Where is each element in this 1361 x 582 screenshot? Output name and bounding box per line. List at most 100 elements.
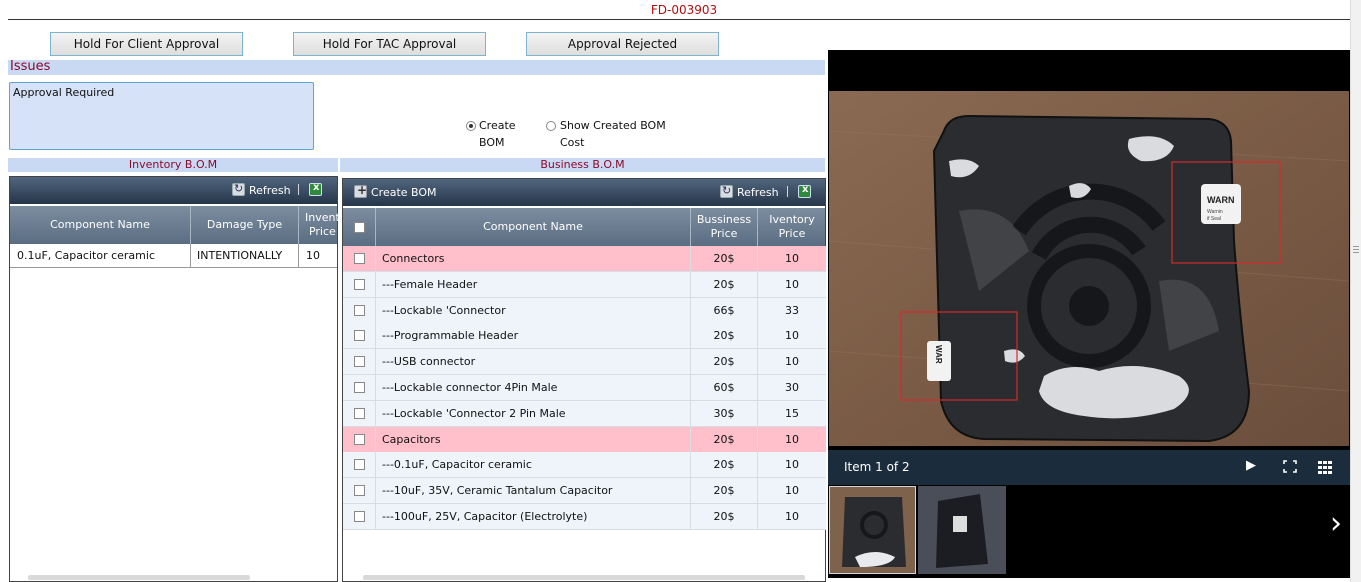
row-checkbox[interactable]	[353, 330, 365, 342]
table-row[interactable]: ---100uF, 25V, Capacitor (Electrolyte) 20…	[343, 504, 826, 530]
cell-inventory-price: 10	[785, 277, 799, 291]
cell-component: ---Female Header	[376, 271, 691, 297]
cell-component: ---Lockable connector 4Pin Male	[376, 375, 691, 400]
cell-inventory-price: 10	[785, 458, 799, 472]
device-photo[interactable]: WARN Warnin if Seal WAR	[829, 91, 1349, 446]
fullscreen-icon[interactable]	[1283, 460, 1297, 473]
table-row[interactable]: ---USB connector 20$ 10	[343, 349, 826, 376]
table-row[interactable]: ---Lockable connector 4Pin Male 60$ 30	[343, 375, 826, 401]
inventory-table-header: Component Name Damage Type Invent Price	[10, 206, 340, 244]
cell-component: ---USB connector	[376, 349, 691, 375]
row-checkbox[interactable]	[353, 407, 365, 419]
table-row[interactable]: ---Female Header 20$ 10	[343, 271, 826, 298]
show-created-bom-cost-radio[interactable]	[546, 121, 556, 131]
group-row[interactable]: Connectors 20$ 10	[343, 246, 826, 272]
table-row[interactable]: ---Lockable 'Connector 66$ 33	[343, 297, 826, 324]
cell-business-price: 20$	[691, 349, 758, 375]
page-scrollbar[interactable]	[1350, 0, 1361, 582]
business-bom-title: Business B.O.M	[340, 158, 825, 172]
table-row[interactable]: 0.1uF, Capacitor ceramic INTENTIONALLY 1…	[10, 244, 337, 268]
col-component-name[interactable]: Component Name	[10, 206, 191, 244]
thumbnail-1[interactable]	[829, 486, 916, 574]
row-checkbox[interactable]	[353, 433, 365, 445]
group-row[interactable]: Capacitors 20$ 10	[343, 426, 826, 453]
cell-inventory-price: 15	[785, 406, 799, 420]
col-component-name[interactable]: Component Name	[376, 208, 691, 246]
refresh-icon	[232, 182, 245, 196]
business-table-header: Component Name Bussiness Price Iventory Pr…	[343, 208, 825, 246]
cell-inventory-price: 10	[785, 252, 799, 265]
create-bom-radio[interactable]	[466, 121, 476, 131]
svg-text:Warnin: Warnin	[1207, 209, 1223, 215]
add-icon	[354, 183, 367, 198]
viewer-caption-bar: Item 1 of 2 ▶	[828, 450, 1350, 485]
col-business-price[interactable]: Bussiness Price	[691, 208, 758, 246]
col-inventory-price[interactable]: Invent Price	[299, 206, 340, 244]
next-image-chevron-icon[interactable]: ›	[1330, 509, 1342, 539]
thumbnail-2[interactable]	[918, 486, 1006, 574]
row-checkbox[interactable]	[353, 356, 365, 368]
business-toolbar: Create BOM Refresh	[343, 179, 825, 206]
cell-business-price: 20$	[691, 426, 758, 452]
business-horizontal-scrollbar[interactable]	[363, 575, 805, 580]
cell-component: Connectors	[376, 246, 691, 271]
cell-business-price: 60$	[691, 375, 758, 400]
cell-business-price: 20$	[691, 504, 758, 529]
inventory-refresh-button[interactable]: Refresh	[232, 182, 291, 198]
excel-export-icon	[309, 181, 322, 196]
table-row[interactable]: ---Programmable Header 20$ 10	[343, 323, 826, 350]
business-export-excel-button[interactable]	[798, 183, 815, 200]
cell-inventory-price: 10	[785, 484, 799, 498]
inventory-horizontal-scrollbar[interactable]	[28, 575, 250, 580]
create-bom-label: Create BOM	[479, 119, 516, 149]
cell-business-price: 20$	[691, 323, 758, 349]
refresh-icon	[720, 184, 733, 198]
issues-title: Issues	[10, 59, 51, 74]
cell-inventory-price: 33	[785, 303, 799, 317]
cell-inventory-price: 10	[785, 355, 799, 369]
cell-business-price: 66$	[691, 297, 758, 323]
cell-component: ---Lockable 'Connector	[376, 297, 691, 323]
cell-component: ---Lockable 'Connector 2 Pin Male	[376, 400, 691, 426]
row-checkbox[interactable]	[353, 459, 365, 471]
row-checkbox[interactable]	[353, 511, 365, 522]
cell-component: ---0.1uF, Capacitor ceramic	[376, 452, 691, 478]
cell-component: ---10uF, 35V, Ceramic Tantalum Capacitor	[376, 478, 691, 504]
col-inventory-price[interactable]: Iventory Price	[758, 208, 826, 246]
header-divider	[8, 19, 1350, 20]
cell-component: Capacitors	[376, 426, 691, 452]
hold-tac-approval-button[interactable]: Hold For TAC Approval	[293, 32, 486, 56]
cell-component: ---Programmable Header	[376, 323, 691, 349]
row-checkbox[interactable]	[353, 382, 365, 393]
business-refresh-button[interactable]: Refresh	[720, 184, 779, 200]
row-checkbox[interactable]	[353, 278, 365, 290]
play-icon[interactable]: ▶	[1246, 458, 1256, 473]
inventory-toolbar: Refresh	[10, 177, 337, 204]
inventory-bom-title: Inventory B.O.M	[8, 158, 338, 172]
hold-client-approval-button[interactable]: Hold For Client Approval	[50, 32, 243, 56]
issues-textarea[interactable]: Approval Required	[9, 82, 314, 150]
thumbnails-grid-icon[interactable]	[1318, 459, 1333, 474]
cell-component: 0.1uF, Capacitor ceramic	[10, 244, 191, 267]
business-bom-rows: Connectors 20$ 10 ---Female Header 20$ 10 ---L…	[343, 246, 826, 530]
row-checkbox[interactable]	[353, 485, 365, 497]
inventory-export-excel-button[interactable]	[309, 181, 326, 198]
row-checkbox[interactable]	[353, 304, 365, 316]
approval-rejected-button[interactable]: Approval Rejected	[526, 32, 719, 56]
cell-business-price: 30$	[691, 400, 758, 426]
select-all-checkbox[interactable]	[353, 221, 365, 233]
cell-damage: INTENTIONALLY	[191, 244, 299, 267]
col-damage-type[interactable]: Damage Type	[191, 206, 299, 244]
select-all-header	[343, 208, 376, 246]
device-photo-image: WARN Warnin if Seal WAR	[829, 91, 1349, 446]
cell-inventory-price: 10	[785, 329, 799, 343]
record-id: FD-003903	[650, 3, 718, 17]
table-row[interactable]: ---10uF, 35V, Ceramic Tantalum Capacitor…	[343, 478, 826, 505]
row-checkbox[interactable]	[353, 253, 365, 264]
create-bom-button[interactable]: Create BOM	[354, 183, 437, 200]
cell-inventory-price: 10	[785, 510, 799, 523]
business-bom-grid: Create BOM Refresh Component Name Bussin…	[342, 178, 826, 582]
svg-text:WARN: WARN	[1207, 195, 1235, 205]
table-row[interactable]: ---Lockable 'Connector 2 Pin Male 30$ 15	[343, 400, 826, 427]
table-row[interactable]: ---0.1uF, Capacitor ceramic 20$ 10	[343, 452, 826, 479]
